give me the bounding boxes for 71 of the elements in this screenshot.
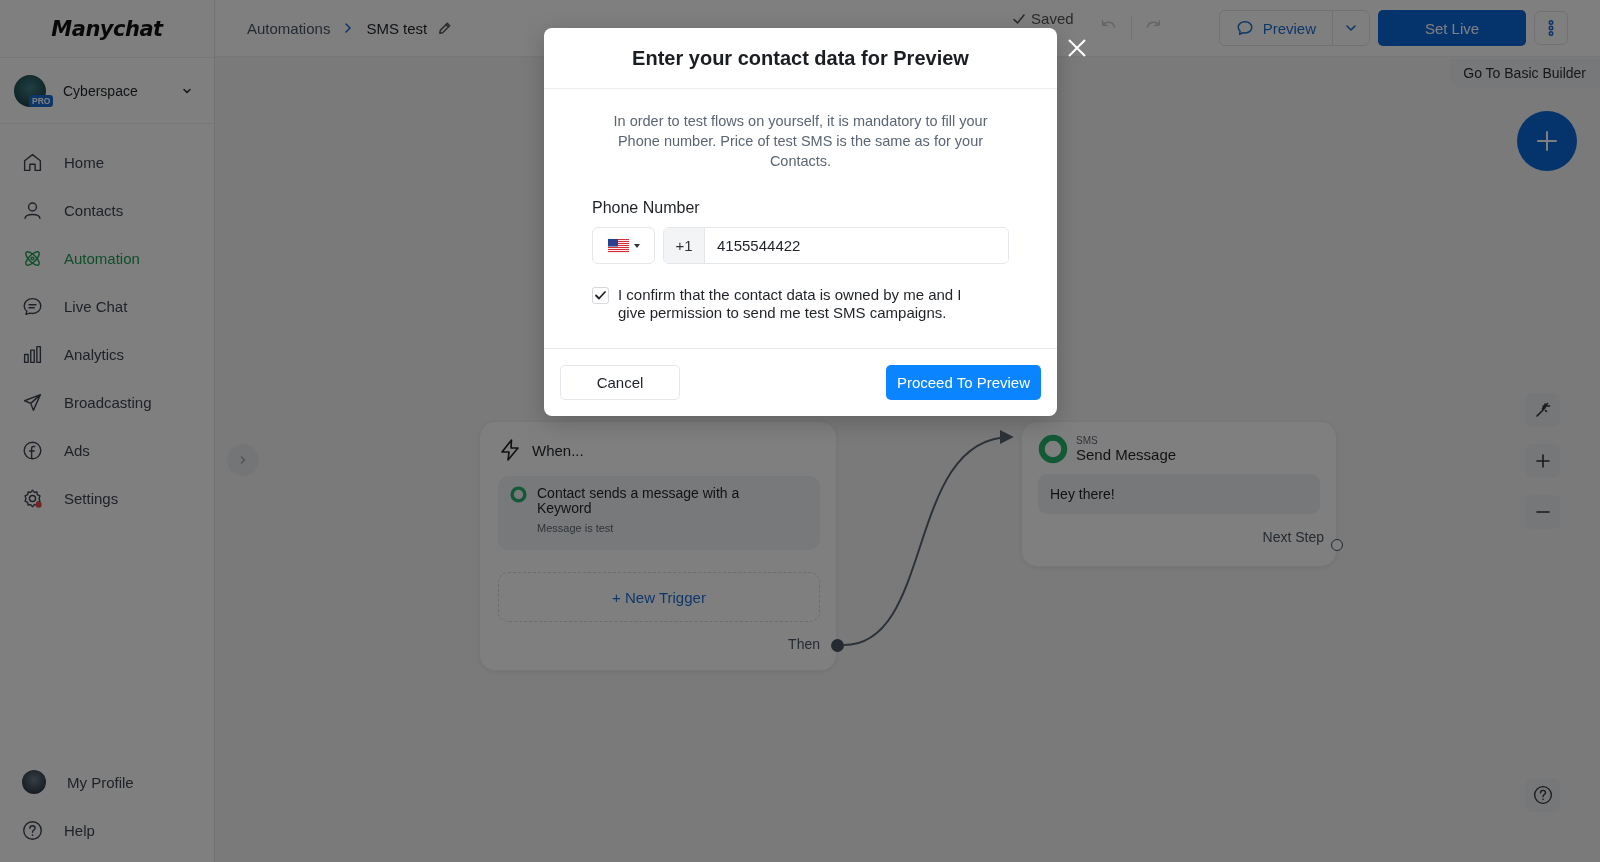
sidebar-item[interactable]: Broadcasting bbox=[0, 378, 214, 426]
check-icon bbox=[1012, 11, 1027, 26]
chat-ring-icon bbox=[510, 486, 527, 503]
app-logo[interactable]: Manychat bbox=[51, 16, 163, 41]
avatar bbox=[22, 770, 46, 794]
add-button[interactable] bbox=[1517, 111, 1577, 171]
channel-label: SMS bbox=[1076, 435, 1099, 446]
trigger-item[interactable]: Contact sends a message with a Keyword Message is test bbox=[498, 476, 820, 550]
message-node[interactable]: SMS Send Message Hey there! Next Step bbox=[1021, 421, 1337, 567]
plus-icon bbox=[1535, 453, 1551, 469]
help-icon bbox=[1533, 785, 1553, 805]
proceed-button[interactable]: Proceed To Preview bbox=[885, 365, 1041, 400]
field-label: Phone Number bbox=[592, 199, 701, 217]
phone-input[interactable]: +1 4155544422 bbox=[663, 227, 1009, 264]
bar-chart-icon bbox=[22, 343, 43, 365]
output-label: Next Step bbox=[1262, 529, 1324, 545]
person-icon bbox=[22, 199, 43, 221]
lightning-icon bbox=[498, 438, 522, 462]
chat-bubble-icon bbox=[22, 295, 43, 317]
help-button[interactable] bbox=[1526, 778, 1560, 812]
minus-icon bbox=[1536, 511, 1550, 513]
flow-name: SMS test bbox=[366, 19, 428, 37]
trigger-detail: Message is test bbox=[537, 522, 615, 534]
pencil-icon[interactable] bbox=[437, 20, 453, 36]
pro-badge: PRO bbox=[29, 94, 54, 107]
output-label: Then bbox=[788, 636, 820, 652]
settings-icon bbox=[22, 487, 43, 509]
sidebar-item[interactable]: Contacts bbox=[0, 186, 214, 234]
check-icon bbox=[594, 289, 607, 302]
set-live-button[interactable]: Set Live bbox=[1378, 10, 1526, 46]
chevron-right-icon bbox=[238, 455, 248, 465]
dialog-title: Enter your contact data for Preview bbox=[632, 46, 969, 70]
sidebar-item[interactable]: My Profile bbox=[0, 758, 214, 806]
chevron-down-icon bbox=[1345, 22, 1357, 34]
sidebar-item[interactable]: Help bbox=[0, 806, 214, 854]
caret-icon bbox=[633, 243, 640, 248]
home-icon bbox=[22, 151, 43, 173]
message-bubble: Hey there! bbox=[1038, 474, 1320, 514]
plus-icon bbox=[1536, 130, 1558, 152]
help-icon bbox=[22, 819, 43, 841]
sidebar-item[interactable]: Home bbox=[0, 138, 214, 186]
breadcrumb-link[interactable]: Automations bbox=[247, 19, 331, 37]
sidebar-item[interactable]: Ads bbox=[0, 426, 214, 474]
magic-wand-icon bbox=[1535, 402, 1551, 418]
chat-bubble-icon bbox=[1235, 19, 1254, 37]
chat-ring-icon bbox=[1038, 434, 1068, 464]
sidebar-item[interactable]: Live Chat bbox=[0, 282, 214, 330]
workspace-name[interactable]: Cyberspace bbox=[63, 82, 182, 99]
save-status: Saved bbox=[1012, 10, 1074, 27]
consent-checkbox[interactable] bbox=[592, 287, 609, 304]
node-title: Send Message bbox=[1076, 446, 1177, 463]
node-title: When... bbox=[532, 441, 584, 459]
trigger-title: Contact sends a message with a Keyword bbox=[537, 486, 741, 516]
trigger-node[interactable]: When... Contact sends a message with a Keyword Message is test + New Trigger Then bbox=[479, 421, 837, 671]
new-trigger-button[interactable]: + New Trigger bbox=[498, 572, 820, 622]
flag-icon bbox=[607, 238, 629, 253]
sidebar-item[interactable]: Settings bbox=[0, 474, 214, 522]
consent-text: I confirm that the contact data is owned by me and I give permission to send me test SMS campaigns. bbox=[618, 286, 963, 322]
more-icon bbox=[1548, 20, 1554, 36]
dialog-description: In order to test flows on yourself, it is mandatory to fill your Phone number. Price of test SMS is the same as for your Contacts. bbox=[612, 112, 989, 171]
zoom-out-button[interactable] bbox=[1526, 495, 1560, 529]
more-button[interactable] bbox=[1534, 11, 1568, 45]
close-button[interactable] bbox=[1066, 37, 1088, 59]
cancel-button[interactable]: Cancel bbox=[560, 365, 680, 400]
country-select[interactable] bbox=[592, 227, 655, 264]
letter-f-circle-icon bbox=[22, 439, 43, 461]
zoom-in-button[interactable] bbox=[1526, 444, 1560, 478]
paper-plane-icon bbox=[22, 391, 43, 413]
sidebar-item[interactable]: Automation bbox=[0, 234, 214, 282]
magic-wand-button[interactable] bbox=[1526, 393, 1560, 427]
sidebar-item[interactable]: Analytics bbox=[0, 330, 214, 378]
